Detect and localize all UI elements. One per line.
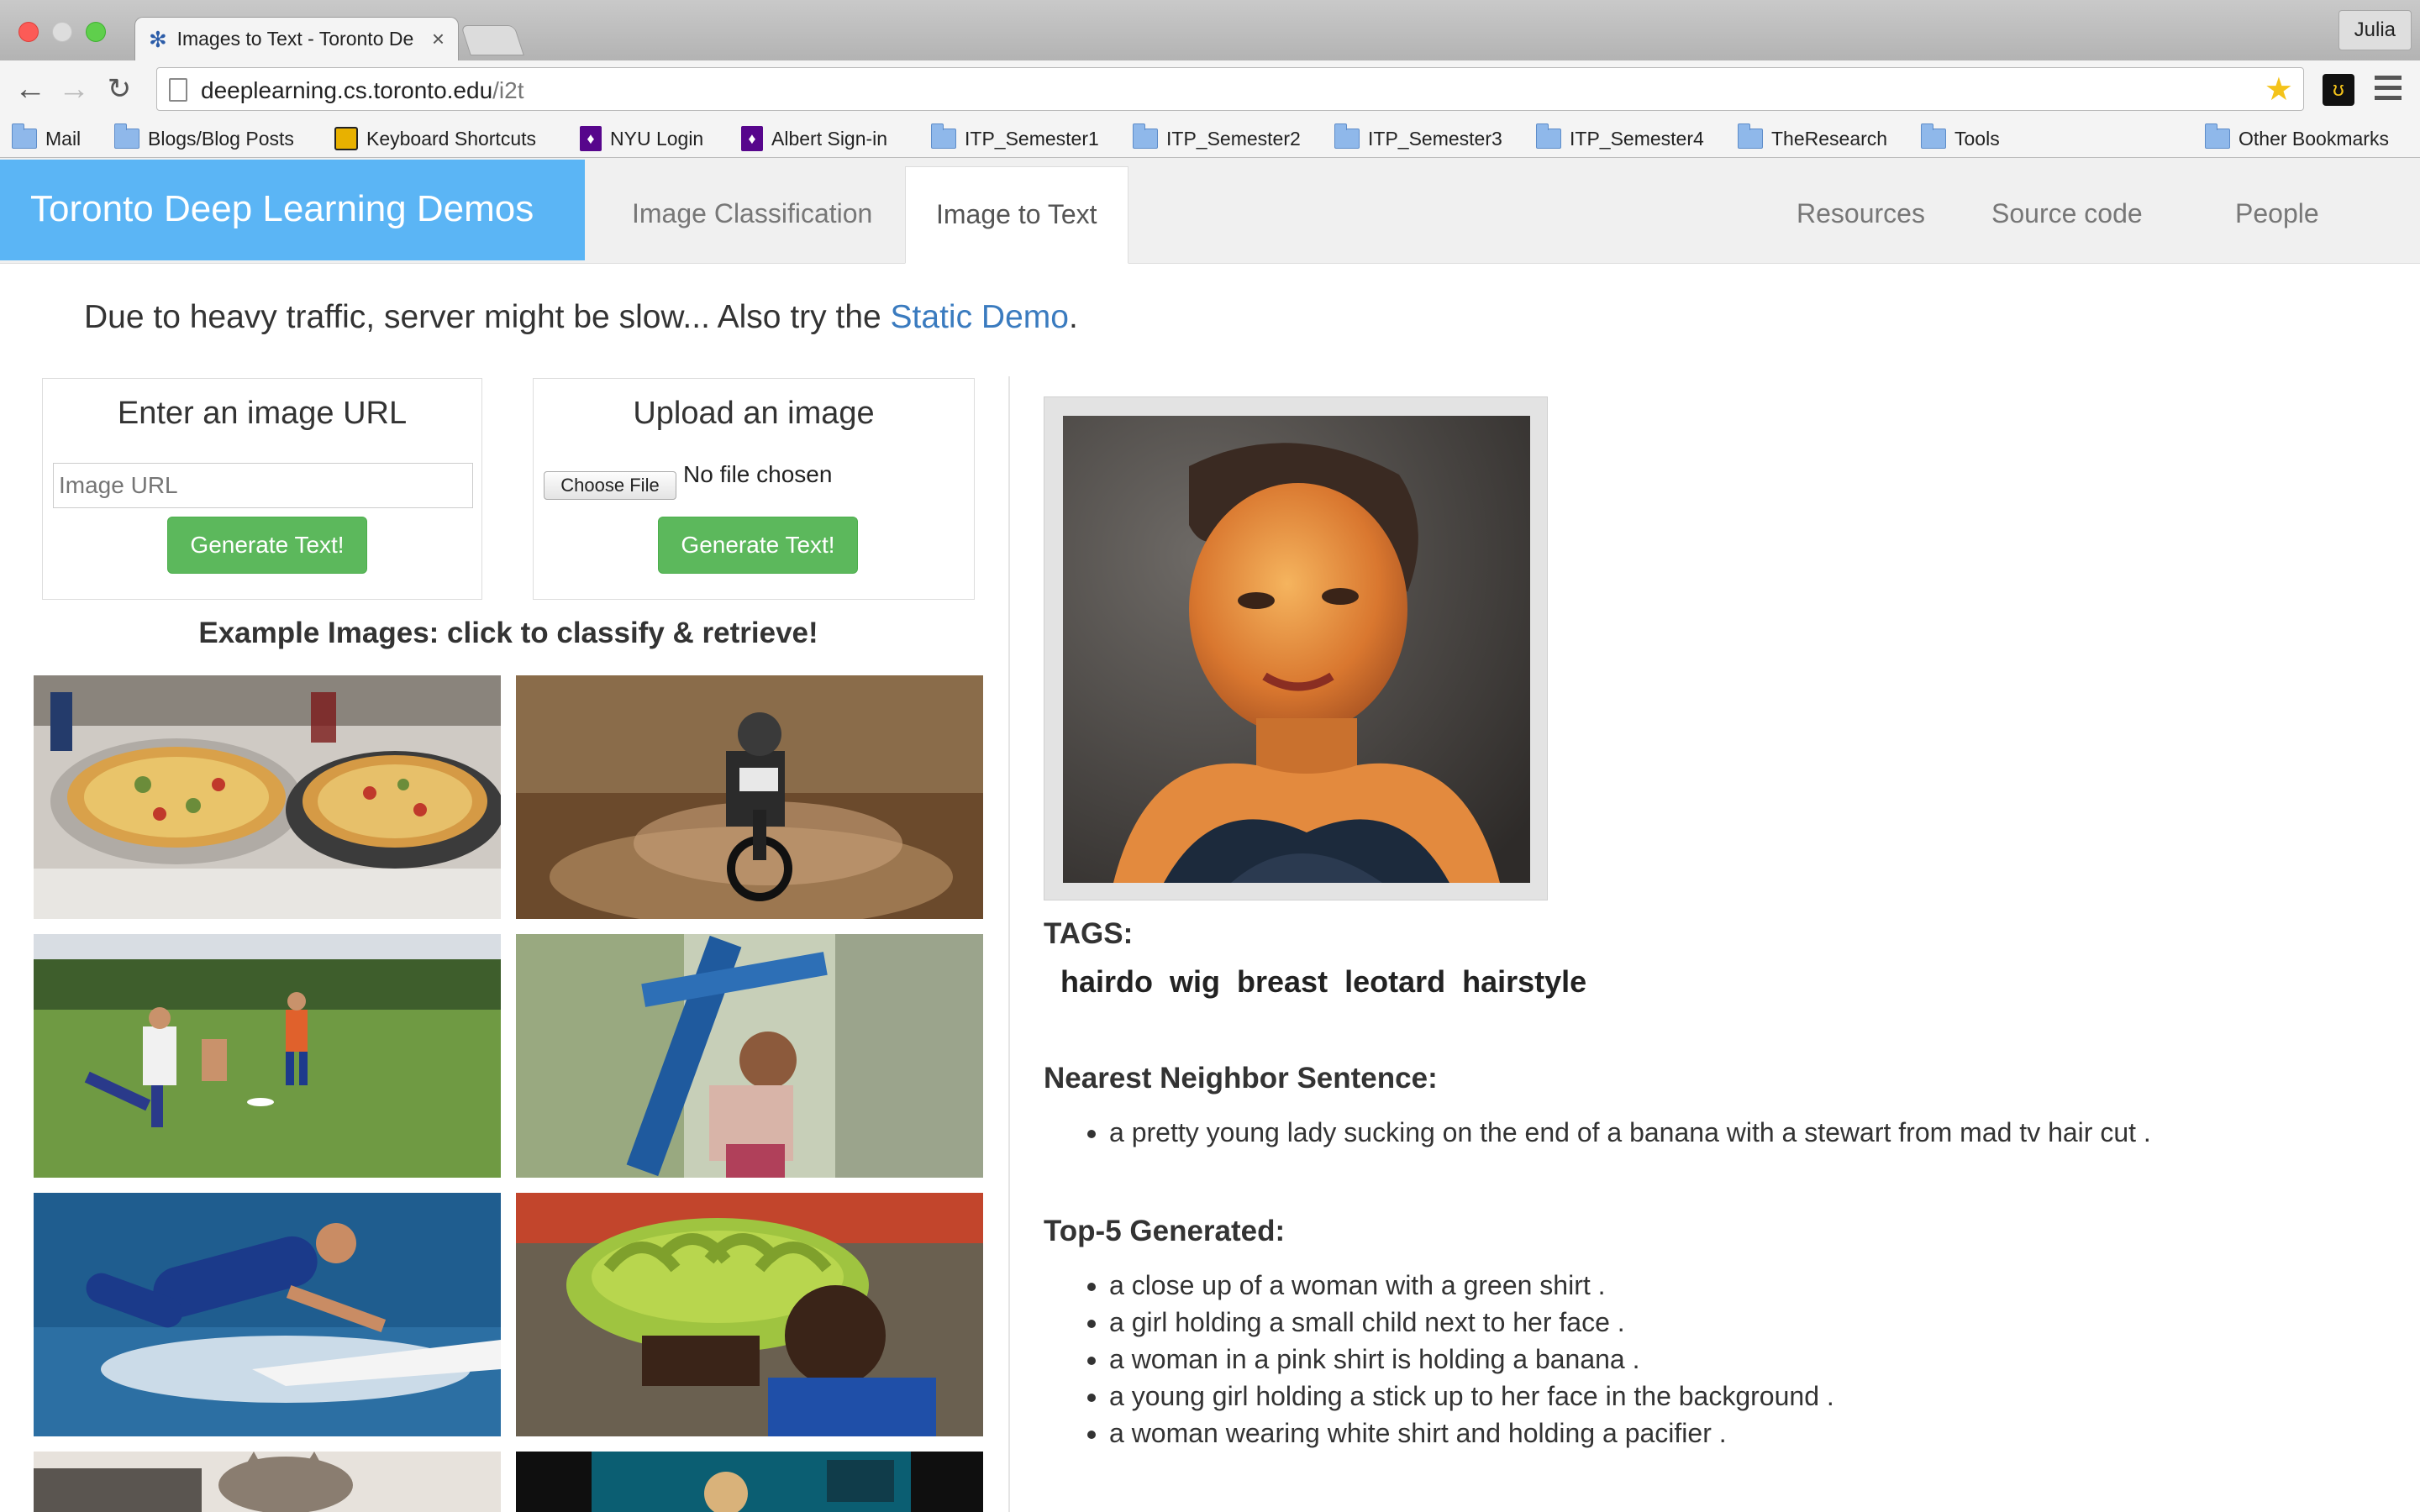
generated-sentence: a young girl holding a stick up to her f… <box>1109 1378 1834 1415</box>
bookmark-tools[interactable]: Tools <box>1921 123 2000 153</box>
bookmark-other-bookmarks[interactable]: Other Bookmarks <box>2205 123 2389 153</box>
bookmark-mail[interactable]: Mail <box>12 123 81 153</box>
generated-sentence: a woman wearing white shirt and holding … <box>1109 1415 1834 1452</box>
keyboard-icon <box>334 127 358 150</box>
bookmarks-bar: Mail Blogs/Blog Posts Keyboard Shortcuts… <box>0 119 2420 158</box>
traffic-notice: Due to heavy traffic, server might be sl… <box>84 299 1078 335</box>
address-bar[interactable]: deeplearning.cs.toronto.edu/i2t ★ <box>156 67 2304 111</box>
folder-icon <box>1921 123 1946 149</box>
forward-arrow-icon[interactable]: → <box>55 71 92 108</box>
bookmark-nyu-login[interactable]: ♦ NYU Login <box>580 124 703 153</box>
url-text: deeplearning.cs.toronto.edu/i2t <box>201 77 524 103</box>
nearest-neighbor-list: a pretty young lady sucking on the end o… <box>1109 1114 2151 1151</box>
folder-icon <box>1738 123 1763 149</box>
tag: hairstyle <box>1462 964 1587 999</box>
example-image-pizzas[interactable] <box>34 675 501 919</box>
query-photo-frame <box>1044 396 1548 900</box>
nav-people[interactable]: People <box>2235 198 2319 229</box>
tag: breast <box>1237 964 1328 999</box>
bookmark-blogs[interactable]: Blogs/Blog Posts <box>114 123 294 153</box>
browser-tabstrip: ✻ Images to Text - Toronto De × Julia <box>0 0 2420 60</box>
folder-icon <box>12 123 37 149</box>
bookmark-itp-semester1[interactable]: ITP_Semester1 <box>931 123 1099 153</box>
nyu-torch-icon: ♦ <box>580 126 602 151</box>
upload-panel: Upload an image Choose File No file chos… <box>533 378 975 600</box>
static-demo-link[interactable]: Static Demo <box>891 299 1069 335</box>
example-image-bananas[interactable] <box>516 1193 983 1436</box>
tags-label: TAGS: <box>1044 917 1134 950</box>
site-brand[interactable]: Toronto Deep Learning Demos <box>0 160 585 260</box>
site-navbar: Toronto Deep Learning Demos Image Classi… <box>0 158 2420 264</box>
choose-file-button[interactable]: Choose File <box>544 471 676 500</box>
window-maximize-button[interactable] <box>86 22 106 42</box>
tag: hairdo <box>1060 964 1154 999</box>
window-close-button[interactable] <box>18 22 39 42</box>
browser-toolbar: ← → ↻ deeplearning.cs.toronto.edu/i2t ★ … <box>0 60 2420 119</box>
reload-icon[interactable]: ↻ <box>101 71 138 108</box>
bookmark-star-icon[interactable]: ★ <box>2265 71 2293 108</box>
chrome-menu-icon[interactable] <box>2375 76 2402 104</box>
generated-sentence: a woman in a pink shirt is holding a ban… <box>1109 1341 1834 1378</box>
nearest-neighbor-sentence: a pretty young lady sucking on the end o… <box>1109 1114 2151 1151</box>
new-tab-button[interactable] <box>460 25 524 55</box>
bookmark-itp-semester2[interactable]: ITP_Semester2 <box>1133 123 1301 153</box>
example-image-motocross[interactable] <box>516 675 983 919</box>
bookmark-itp-semester3[interactable]: ITP_Semester3 <box>1334 123 1502 153</box>
example-image-frisbee[interactable] <box>34 934 501 1178</box>
query-photo <box>1063 416 1530 883</box>
folder-icon <box>931 123 956 149</box>
examples-title: Example Images: click to classify & retr… <box>198 617 818 649</box>
profile-button[interactable]: Julia <box>2338 10 2412 50</box>
folder-icon <box>114 123 139 149</box>
folder-icon <box>1334 123 1360 149</box>
url-panel: Enter an image URL Generate Text! <box>42 378 482 600</box>
back-arrow-icon[interactable]: ← <box>12 71 49 108</box>
folder-icon <box>2205 123 2230 149</box>
folder-icon <box>1536 123 1561 149</box>
folder-icon <box>1133 123 1158 149</box>
tag: leotard <box>1344 964 1446 999</box>
tags-list: hairdo wig breast leotard hairstyle <box>1060 964 1586 1000</box>
example-image-girl-on-pole[interactable] <box>516 934 983 1178</box>
browser-tab[interactable]: ✻ Images to Text - Toronto De × <box>134 17 459 60</box>
tag: wig <box>1170 964 1221 999</box>
nearest-neighbor-label: Nearest Neighbor Sentence: <box>1044 1062 1438 1095</box>
window-minimize-button[interactable] <box>52 22 72 42</box>
nav-image-to-text[interactable]: Image to Text <box>905 166 1128 264</box>
bookmark-keyboard-shortcuts[interactable]: Keyboard Shortcuts <box>334 124 536 153</box>
column-divider <box>1008 376 1010 1512</box>
page-icon <box>169 78 187 102</box>
image-url-input[interactable] <box>53 463 473 508</box>
example-image-surfer[interactable] <box>34 1193 501 1436</box>
tab-close-icon[interactable]: × <box>432 26 445 52</box>
extension-icon[interactable]: ʊ <box>2323 74 2354 106</box>
generate-text-url-button[interactable]: Generate Text! <box>167 517 367 574</box>
no-file-label: No file chosen <box>683 461 833 487</box>
nyu-torch-icon: ♦ <box>741 126 763 151</box>
example-image-cat[interactable] <box>34 1452 501 1512</box>
generated-sentence: a close up of a woman with a green shirt… <box>1109 1267 1834 1304</box>
nav-image-classification[interactable]: Image Classification <box>632 198 872 229</box>
upload-panel-title: Upload an image <box>633 396 875 431</box>
url-panel-title: Enter an image URL <box>117 396 408 431</box>
generated-sentence: a girl holding a small child next to her… <box>1109 1304 1834 1341</box>
nav-source-code[interactable]: Source code <box>1991 198 2143 229</box>
generate-text-upload-button[interactable]: Generate Text! <box>658 517 858 574</box>
generated-sentence-list: a close up of a woman with a green shirt… <box>1109 1267 1834 1452</box>
nav-resources[interactable]: Resources <box>1797 198 1925 229</box>
bookmark-albert-sign-in[interactable]: ♦ Albert Sign-in <box>741 124 887 153</box>
example-image-tv[interactable] <box>516 1452 983 1512</box>
bookmark-itp-semester4[interactable]: ITP_Semester4 <box>1536 123 1704 153</box>
tab-title: Images to Text - Toronto De <box>176 28 414 50</box>
top5-generated-label: Top-5 Generated: <box>1044 1215 1286 1247</box>
favicon-icon: ✻ <box>149 26 167 52</box>
bookmark-theresearch[interactable]: TheResearch <box>1738 123 1887 153</box>
